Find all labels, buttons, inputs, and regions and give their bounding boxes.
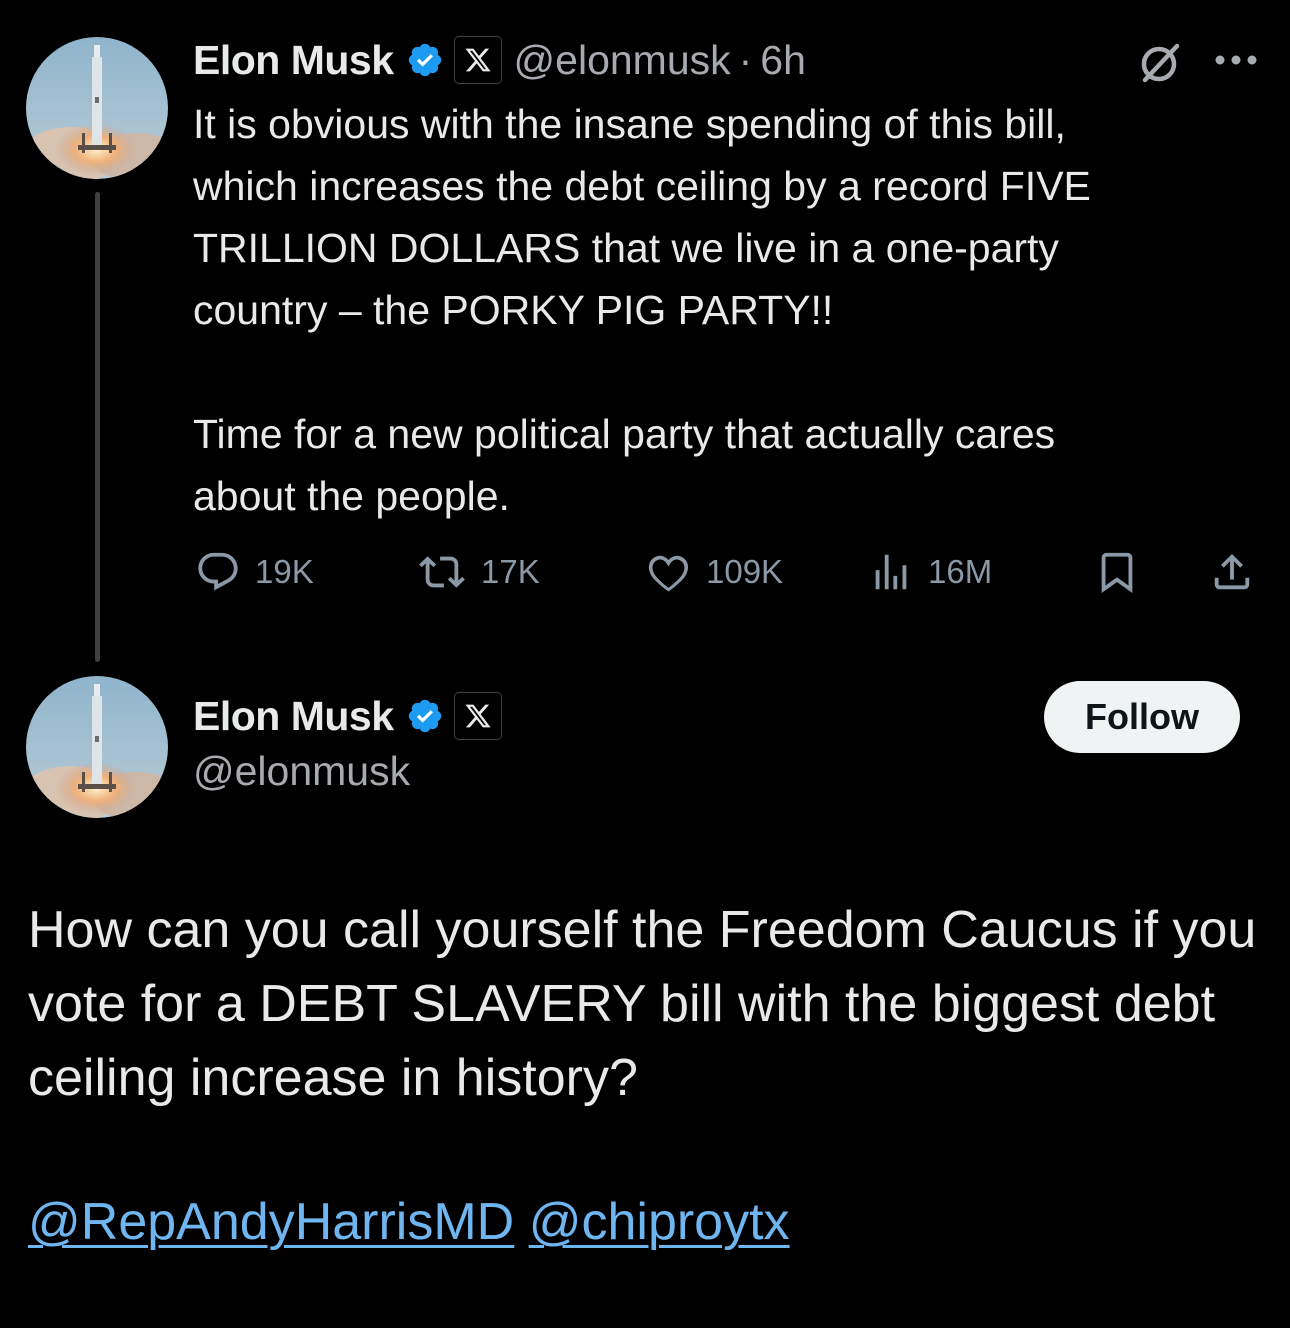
verified-badge-icon[interactable] — [406, 41, 444, 79]
post-text: How can you call yourself the Freedom Ca… — [28, 901, 1257, 1107]
more-options-icon[interactable] — [1213, 50, 1259, 70]
mention-link[interactable]: @chiproytx — [529, 1193, 790, 1251]
avatar[interactable] — [26, 37, 168, 179]
bookmark-icon[interactable] — [1094, 549, 1140, 595]
follow-button[interactable]: Follow — [1044, 681, 1240, 753]
x-logo-icon[interactable] — [453, 692, 502, 740]
post-text: It is obvious with the insane spending o… — [193, 101, 1091, 519]
repost-icon — [419, 556, 465, 588]
post-timestamp[interactable]: 6h — [760, 37, 806, 84]
like-button[interactable]: 109K — [644, 549, 783, 595]
view-count: 16M — [928, 553, 993, 590]
separator-dot: · — [738, 36, 753, 83]
grok-icon[interactable] — [1137, 40, 1183, 86]
reply-button[interactable]: 19K — [195, 549, 314, 595]
avatar[interactable] — [26, 676, 168, 818]
repost-button[interactable]: 17K — [417, 549, 540, 595]
verified-badge-icon[interactable] — [406, 697, 444, 735]
analytics-icon — [875, 554, 907, 590]
repost-count: 17K — [481, 553, 540, 590]
mention-link[interactable]: @RepAndyHarrisMD — [28, 1193, 514, 1251]
share-icon[interactable] — [1209, 549, 1255, 595]
reply-icon — [198, 552, 238, 591]
x-logo-icon[interactable] — [453, 36, 502, 84]
like-count: 109K — [706, 553, 784, 590]
views-button[interactable]: 16M — [868, 549, 992, 595]
author-handle[interactable]: @elonmusk — [193, 748, 410, 795]
heart-icon — [648, 555, 689, 592]
author-name[interactable]: Elon Musk — [193, 37, 394, 84]
thread-connector-line — [95, 192, 100, 662]
post-header: Elon Musk — [193, 686, 502, 746]
author-name[interactable]: Elon Musk — [193, 693, 394, 740]
author-handle[interactable]: @elonmusk — [514, 37, 731, 84]
reply-count: 19K — [255, 553, 314, 590]
mentions-row: @RepAndyHarrisMD @chiproytx — [28, 1185, 790, 1259]
post-header: Elon Musk @elonmusk · 6h — [193, 30, 806, 90]
